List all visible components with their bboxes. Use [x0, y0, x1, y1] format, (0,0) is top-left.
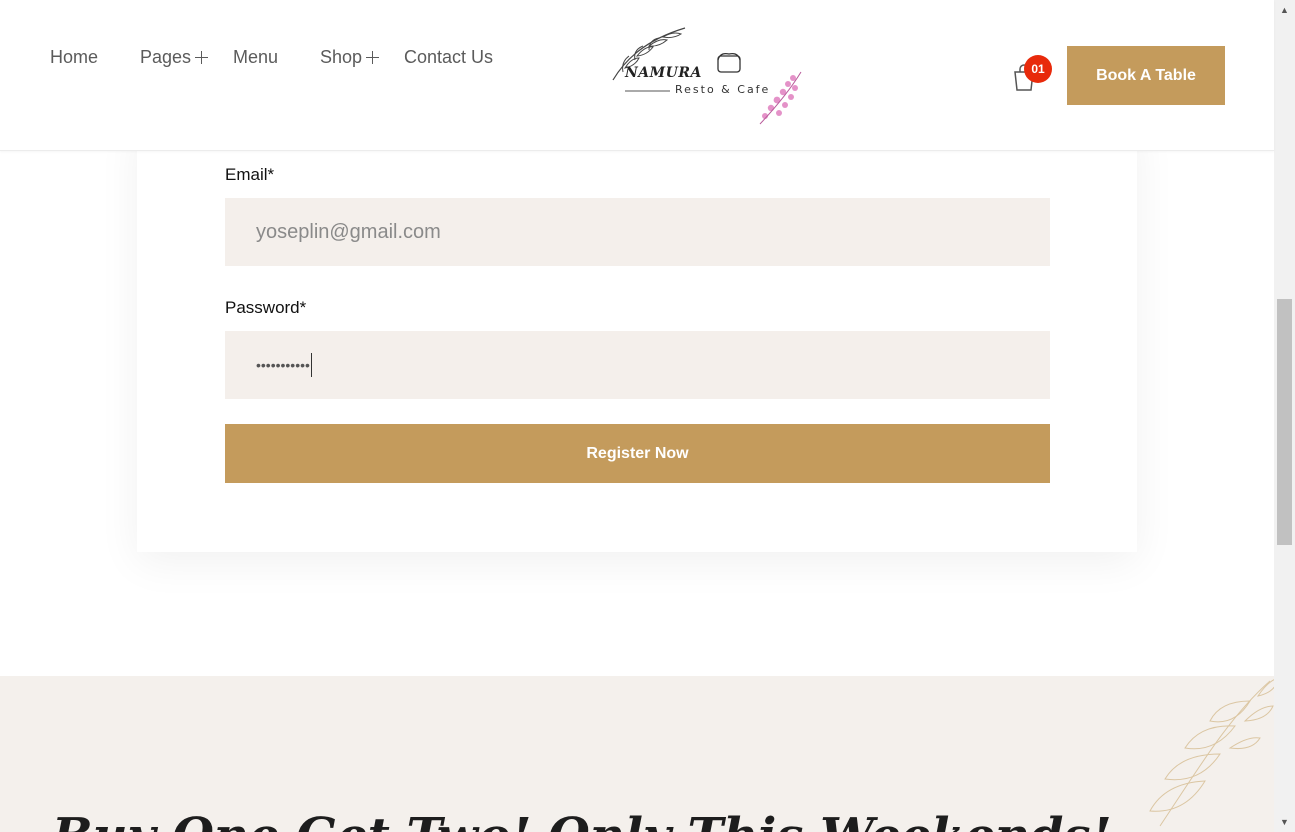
site-logo[interactable]: NAMURA Resto & Cafe	[605, 20, 815, 130]
scroll-up-arrow-icon[interactable]: ▲	[1274, 0, 1295, 20]
nav-shop[interactable]: Shop	[320, 46, 380, 68]
register-now-button[interactable]: Register Now	[225, 424, 1050, 483]
password-field[interactable]: •••••••••••	[225, 331, 1050, 399]
cart-count-badge: 01	[1024, 55, 1052, 83]
scroll-thumb[interactable]	[1277, 299, 1292, 545]
nav-contact-label: Contact Us	[404, 47, 494, 67]
nav-home-label: Home	[50, 47, 99, 67]
email-label: Email*	[225, 165, 275, 184]
password-value: •••••••••••	[256, 357, 310, 373]
password-label: Password*	[225, 298, 307, 317]
book-a-table-button[interactable]: Book A Table	[1067, 46, 1225, 105]
site-header: Home Pages Menu Shop Contact Us NAMURA R…	[0, 0, 1274, 151]
nav-pages[interactable]: Pages	[140, 46, 209, 68]
nav-menu-label: Menu	[233, 47, 279, 67]
nav-menu[interactable]: Menu	[233, 46, 278, 68]
plus-icon	[366, 50, 380, 64]
logo-tagline: Resto & Cafe	[675, 83, 771, 96]
promo-title: Buy One Get Two! Only This Weekends!	[52, 808, 1112, 832]
nav-shop-label: Shop	[320, 47, 363, 67]
text-caret	[310, 353, 312, 377]
scroll-down-arrow-icon[interactable]: ▼	[1274, 812, 1295, 832]
nav-contact[interactable]: Contact Us	[404, 46, 493, 68]
nav-home[interactable]: Home	[50, 46, 98, 68]
vertical-scrollbar[interactable]: ▲ ▼	[1274, 0, 1295, 832]
plus-icon	[195, 50, 209, 64]
promo-section: Buy One Get Two! Only This Weekends!	[0, 676, 1274, 832]
nav-pages-label: Pages	[140, 47, 192, 67]
logo-name: NAMURA	[625, 65, 702, 81]
email-value: yoseplin@gmail.com	[256, 220, 441, 243]
email-field[interactable]: yoseplin@gmail.com	[225, 198, 1050, 266]
